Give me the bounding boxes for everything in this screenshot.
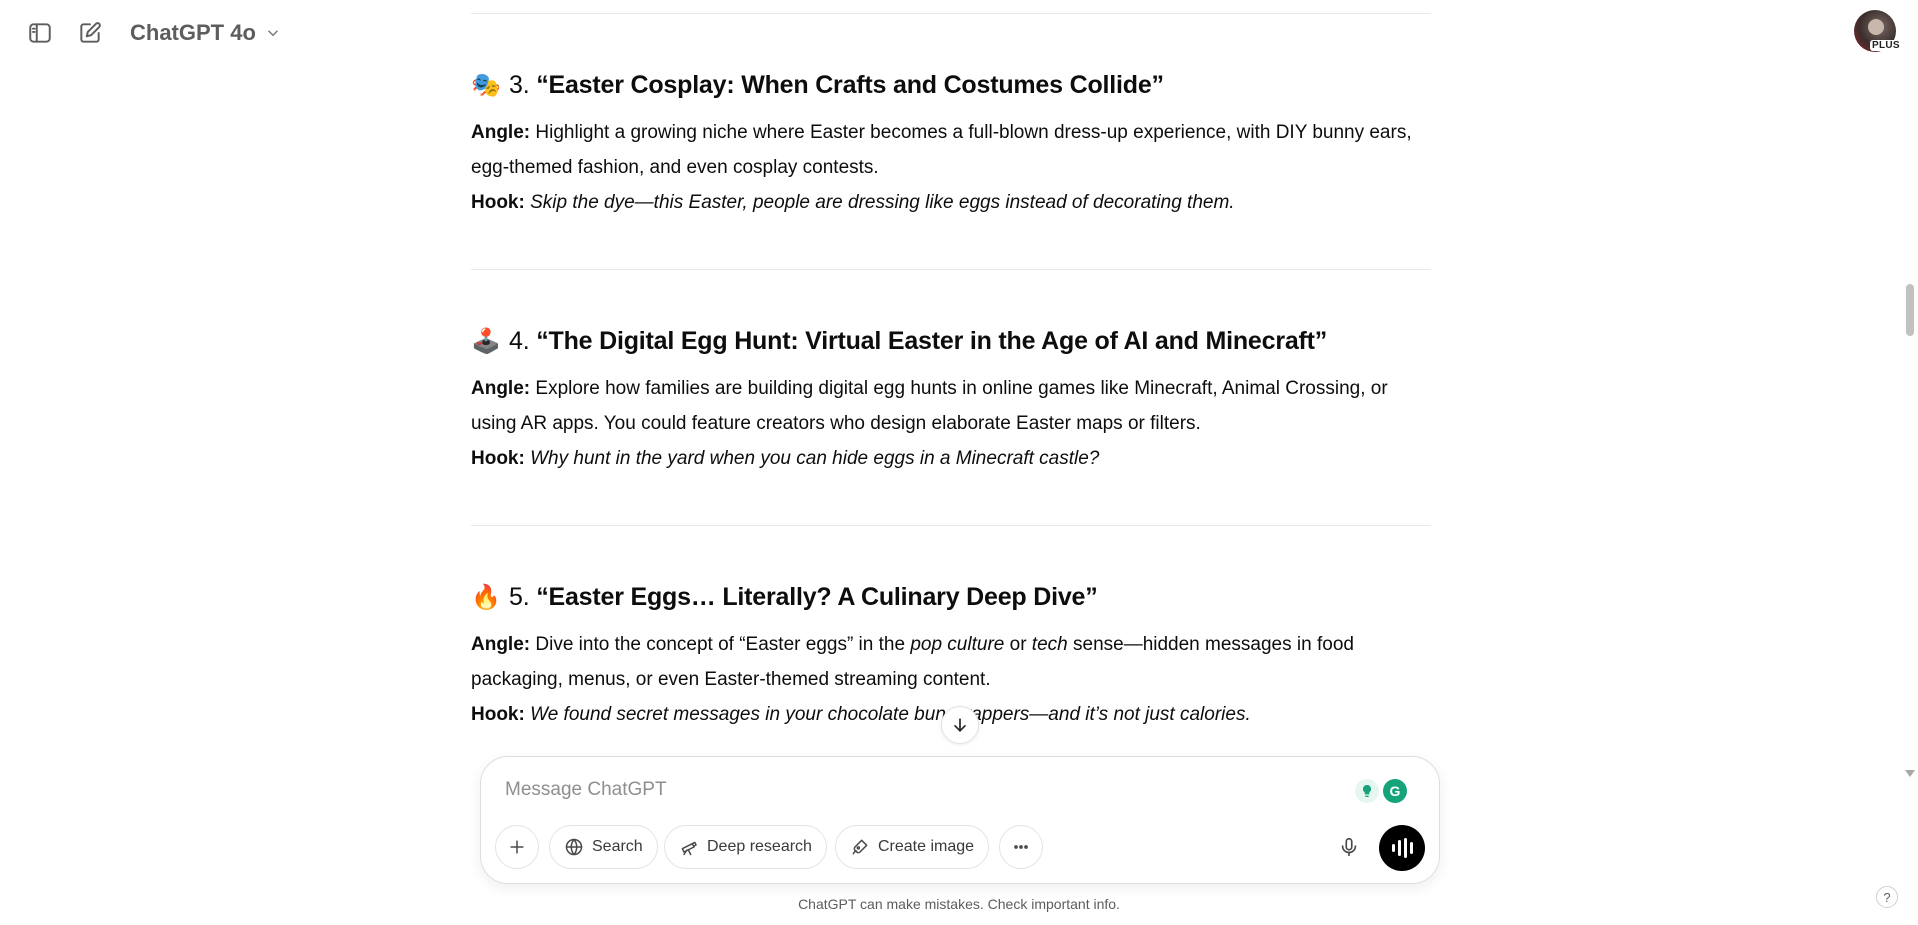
- more-horizontal-icon: [1014, 845, 1028, 849]
- angle-paragraph: Angle: Highlight a growing niche where E…: [471, 122, 1412, 213]
- microphone-icon: [1341, 837, 1357, 857]
- plus-badge: PLUS: [1870, 40, 1902, 51]
- model-selector[interactable]: ChatGPT 4o: [122, 14, 290, 52]
- scroll-thumb[interactable]: [1906, 284, 1914, 336]
- create-image-label: Create image: [878, 838, 975, 855]
- divider: [471, 525, 1431, 526]
- plus-icon: [510, 840, 524, 854]
- divider: [471, 13, 1431, 14]
- chevron-down-icon: [267, 30, 278, 37]
- grammarly-widget[interactable]: G: [1355, 779, 1407, 803]
- new-chat-icon[interactable]: [70, 13, 110, 53]
- message-input[interactable]: Message ChatGPT: [505, 779, 1305, 801]
- telescope-icon: [681, 841, 697, 856]
- section-title: 3. “Easter Cosplay: When Crafts and Cost…: [509, 70, 1164, 99]
- angle-paragraph: Angle: Explore how families are building…: [471, 378, 1388, 469]
- grammarly-icon[interactable]: G: [1383, 779, 1407, 803]
- lightbulb-icon[interactable]: [1355, 779, 1379, 803]
- divider: [471, 269, 1431, 270]
- section-3: 🎭 3. “Easter Cosplay: When Crafts and Co…: [471, 67, 1431, 220]
- dictate-button[interactable]: [1327, 825, 1371, 869]
- scrollbar[interactable]: [1902, 0, 1918, 925]
- help-button[interactable]: ?: [1876, 886, 1898, 908]
- deep-research-label: Deep research: [707, 838, 812, 855]
- scroll-down-arrow-icon[interactable]: [1905, 770, 1915, 777]
- globe-icon: [565, 838, 583, 856]
- section-title: 4. “The Digital Egg Hunt: Virtual Easter…: [509, 326, 1328, 355]
- model-label: ChatGPT 4o: [130, 20, 256, 45]
- more-tools-button[interactable]: [999, 825, 1043, 869]
- voice-waveform-icon: [1391, 844, 1395, 852]
- composer: Message ChatGPT G Search Deep research C…: [480, 756, 1440, 884]
- fire-icon: 🔥: [471, 583, 501, 611]
- arrow-down-icon: [954, 718, 966, 732]
- scroll-to-bottom-button[interactable]: [941, 706, 979, 744]
- voice-mode-button[interactable]: [1379, 825, 1425, 871]
- section-title: 5. “Easter Eggs… Literally? A Culinary D…: [509, 582, 1098, 611]
- top-bar: ChatGPT 4o PLUS: [0, 0, 1918, 66]
- paint-brush-icon: [852, 839, 868, 855]
- theater-masks-icon: 🎭: [471, 71, 501, 99]
- search-button[interactable]: Search: [549, 825, 658, 869]
- add-attachment-button[interactable]: [495, 825, 539, 869]
- joystick-icon: 🕹️: [471, 327, 501, 355]
- deep-research-button[interactable]: Deep research: [664, 825, 827, 869]
- section-4: 🕹️ 4. “The Digital Egg Hunt: Virtual Eas…: [471, 323, 1431, 476]
- disclaimer-text: ChatGPT can make mistakes. Check importa…: [798, 896, 1120, 912]
- sidebar-toggle-icon[interactable]: [20, 13, 60, 53]
- create-image-button[interactable]: Create image: [835, 825, 990, 869]
- search-label: Search: [592, 838, 643, 855]
